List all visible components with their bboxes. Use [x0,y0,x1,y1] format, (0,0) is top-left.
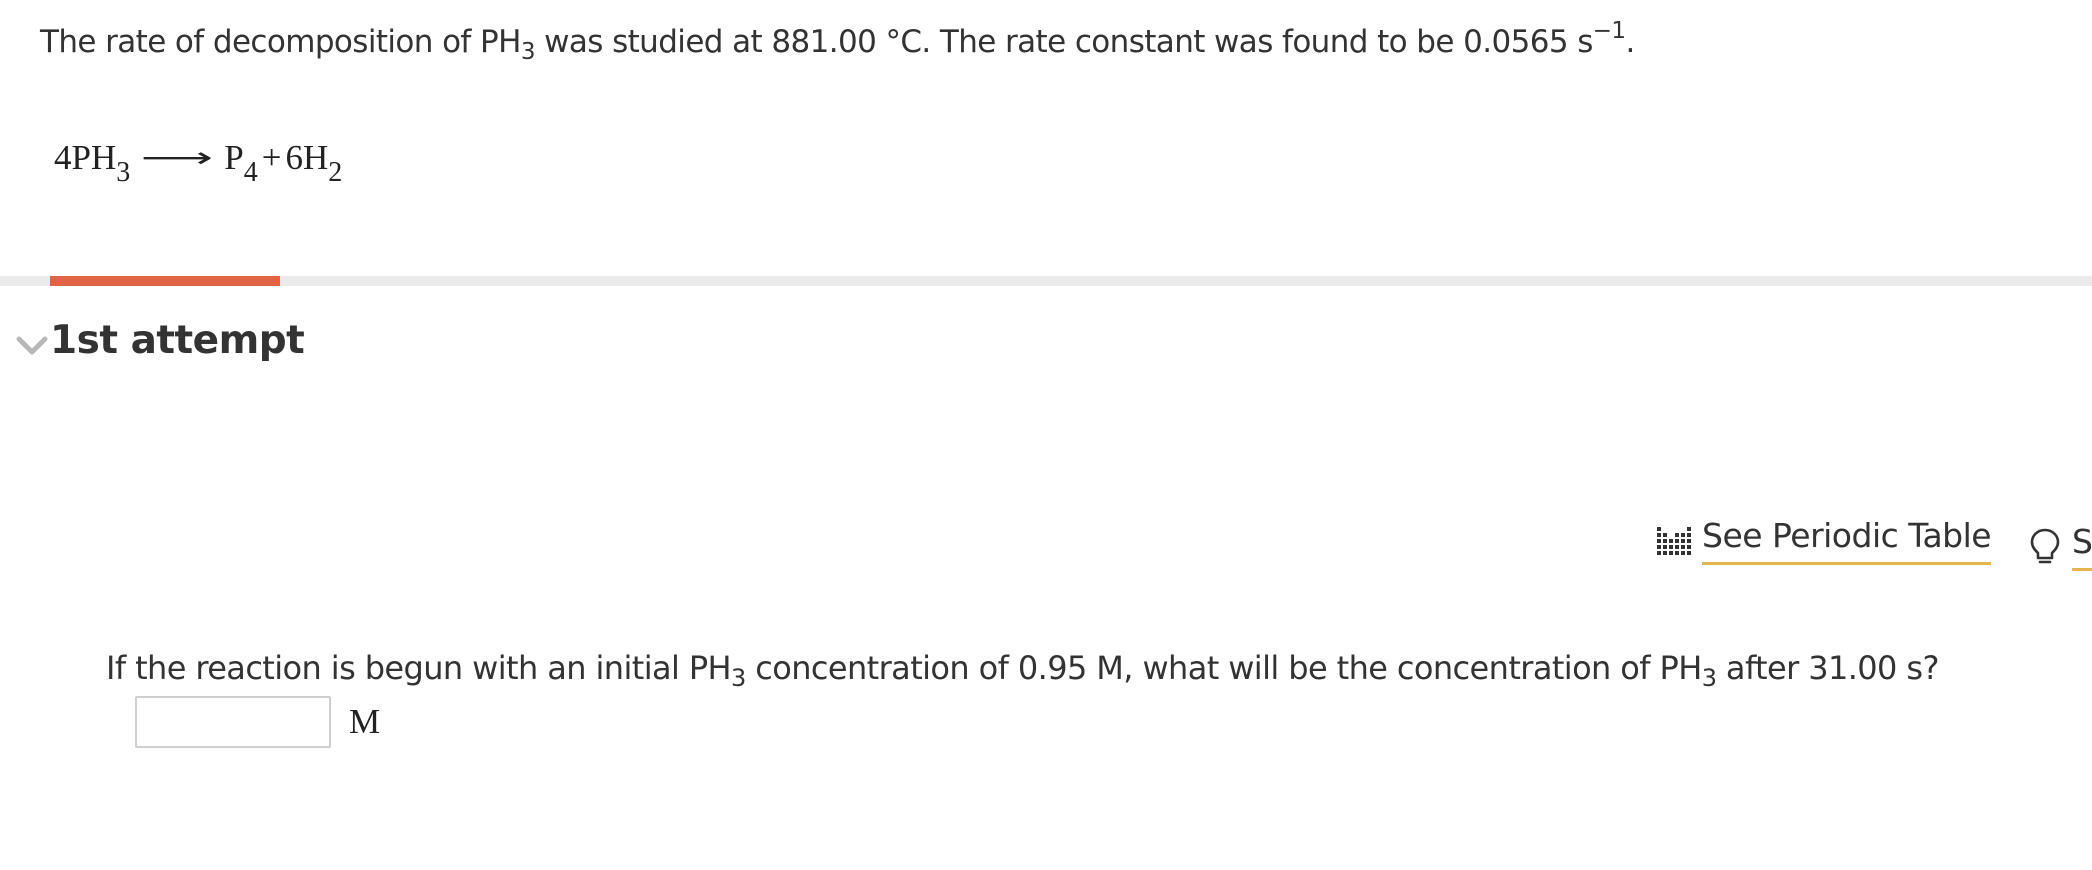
reaction-arrow: ⟶ [141,141,214,174]
equation-product-2-subscript: 2 [328,157,343,188]
see-periodic-table-label: See Periodic Table [1702,516,1992,565]
question-text-1: If the reaction is begun with an initial… [106,649,732,687]
problem-text-1: The rate of decomposition of PH [40,24,521,60]
answer-row: M [135,696,380,748]
question-subscript-2: 3 [1701,664,1717,692]
page: The rate of decomposition of PH3 was stu… [0,0,2092,870]
answer-unit-label: M [349,702,381,741]
attempt-toggle[interactable]: 1st attempt [16,318,305,363]
see-periodic-table-button[interactable]: See Periodic Table [1656,516,1992,565]
question-text-3: after 31.00 s? [1716,649,1940,687]
question-text-2: concentration of 0.95 M, what will be th… [745,649,1702,687]
hint-button[interactable]: S [2028,522,2092,571]
attempt-title: 1st attempt [50,318,305,363]
progress-fill [50,276,280,286]
equation-product-2: 6H [285,138,329,177]
lightbulb-icon [2030,528,2060,563]
periodic-grid-icon [1657,526,1691,555]
problem-subscript: 3 [520,39,536,65]
problem-text-3: . [1625,24,1635,60]
answer-input[interactable] [135,696,331,748]
question-text: If the reaction is begun with an initial… [106,644,1939,692]
equation-reactant: 4PH [54,138,117,177]
equation-plus: + [261,138,282,177]
problem-statement: The rate of decomposition of PH3 was stu… [40,18,1635,66]
problem-superscript: −1 [1592,18,1626,44]
question-subscript-1: 3 [731,664,746,692]
equation-product-1-subscript: 4 [243,157,258,188]
hint-label: S [2072,522,2092,571]
progress-track [0,276,2092,286]
chemical-equation: 4PH3 ⟶ P4 +6H2 [54,134,342,187]
problem-text-2: was studied at 881.00 °C. The rate const… [534,24,1593,60]
chevron-down-icon [16,336,48,354]
